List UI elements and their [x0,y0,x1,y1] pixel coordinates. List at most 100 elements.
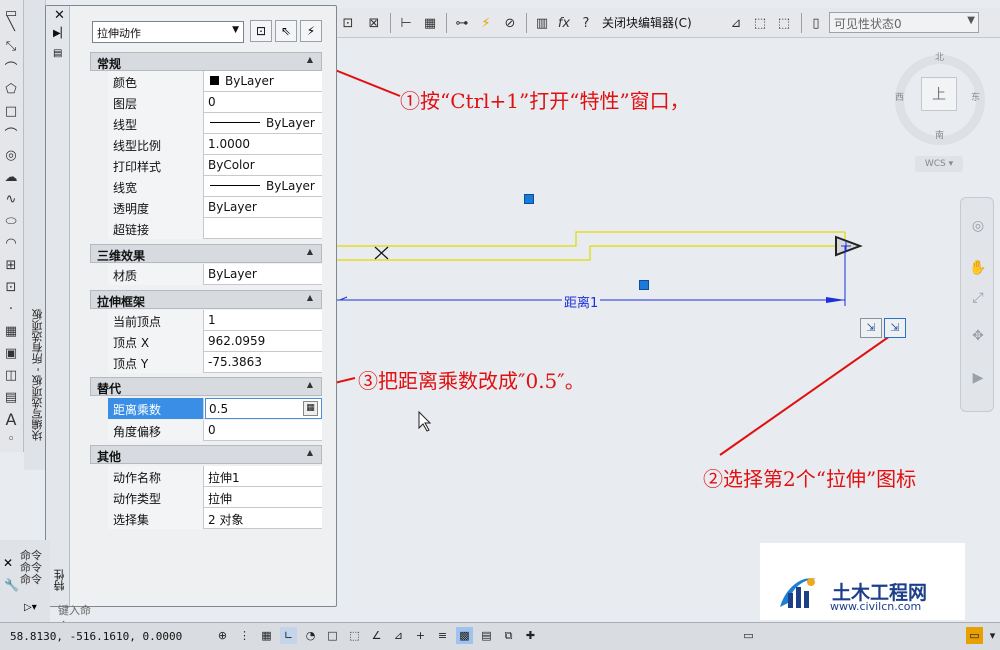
rectangle-draw-icon[interactable]: □ [2,102,20,120]
circle-tool-icon[interactable]: ◎ [2,146,20,164]
stretch-action-icon-2[interactable]: ⇲ [884,318,906,338]
make-invisible-icon[interactable]: ⬚ [774,13,794,33]
section-override[interactable]: 替代 ▲ [90,377,322,396]
wcs-menu[interactable]: WCS ▾ [915,156,963,172]
arc-tool-icon[interactable]: ⌒ [2,124,20,143]
visibility-states-icon[interactable]: ▯ [806,13,826,33]
close-icon[interactable]: ✕ [3,556,13,570]
grip-point-2[interactable] [639,280,649,290]
snap-mode-icon[interactable]: ⋮ [236,627,253,644]
point-tool-icon[interactable]: · [2,300,20,318]
prop-row-color[interactable]: 颜色 ByLayer [108,71,322,92]
add-selected-icon[interactable]: ◦ [2,430,20,448]
compass-east[interactable]: 东 [971,90,980,103]
edit-block-icon[interactable]: ⊡ [338,13,358,33]
prop-row-material[interactable]: 材质 ByLayer [108,264,322,285]
prop-row-action-name[interactable]: 动作名称 拉伸1 [108,466,322,487]
compass-west[interactable]: 西 [895,90,904,103]
prop-row-distance-multiplier[interactable]: 距离乘数 0.5 ▦ [108,398,322,419]
line-tool-icon[interactable]: ╲ [2,15,20,33]
toggle-pickadd-icon[interactable]: ⊡ [250,20,272,42]
authoring-palettes-icon[interactable]: ⊶ [452,13,472,33]
dynamic-ucs-icon[interactable]: ⊿ [390,627,407,644]
pan-hand-icon[interactable]: ✋ [969,260,987,278]
compass-south[interactable]: 南 [935,128,944,141]
viewcube-top-face[interactable]: 上 [921,77,957,111]
transparency-toggle-icon[interactable]: ▩ [456,627,473,644]
auto-hide-icon[interactable]: ▶▏ [53,28,68,39]
workspace-icon[interactable]: ▭ [966,627,983,644]
coordinate-readout[interactable]: 58.8130, -516.1610, 0.0000 [10,630,182,643]
ellipse-arc-icon[interactable]: ◠ [2,234,20,252]
make-visible-icon[interactable]: ⬚ [750,13,770,33]
collapse-icon[interactable]: ▲ [307,55,313,64]
lineweight-toggle-icon[interactable]: ≡ [434,627,451,644]
gradient-tool-icon[interactable]: ▣ [2,344,20,362]
command-input[interactable]: 键入命令 [58,602,98,633]
distance-parameter-label[interactable]: 距离1 [562,292,601,311]
region-tool-icon[interactable]: ◫ [2,366,20,384]
hatch-tool-icon[interactable]: ▦ [2,322,20,340]
help-icon[interactable]: ? [576,13,596,33]
properties-menu-icon[interactable]: ▤ [53,48,62,59]
test-block-icon[interactable]: ⊢ [396,13,416,33]
prop-row-plot-style[interactable]: 打印样式 ByColor [108,155,322,176]
function-icon[interactable]: fx [554,13,574,33]
showmotion-icon[interactable]: ▶ [969,370,987,388]
polar-tracking-icon[interactable]: ◔ [302,627,319,644]
block-authoring-palette-title[interactable]: 块编写选项板 - 所有选项板 [31,295,45,455]
text-tool-icon[interactable]: A [2,410,20,429]
ellipse-tool-icon[interactable]: ⬭ [2,212,20,230]
stretch-action-icon-1[interactable]: ⇲ [860,318,882,338]
compass-north[interactable]: 北 [935,50,944,63]
quick-properties-icon[interactable]: ▤ [478,627,495,644]
object-snap-icon[interactable]: □ [324,627,341,644]
prop-row-transparency[interactable]: 透明度 ByLayer [108,197,322,218]
wrench-icon[interactable]: 🔧 [4,578,19,592]
spline-tool-icon[interactable]: ∿ [2,190,20,208]
section-general[interactable]: 常规 ▲ [90,52,322,71]
close-icon[interactable]: ✕ [54,8,65,23]
make-block-icon[interactable]: ⊡ [2,278,20,296]
select-objects-icon[interactable]: ⇖ [275,20,297,42]
prop-row-linetype[interactable]: 线型 ByLayer [108,113,322,134]
construction-line-icon[interactable]: ⤡ [2,37,20,55]
collapse-icon[interactable]: ▲ [307,247,313,256]
selection-cycling-icon[interactable]: ⧉ [500,627,517,644]
calculator-icon[interactable]: ▦ [303,401,318,416]
ortho-mode-icon[interactable]: ∟ [280,627,297,644]
grid-display-icon[interactable]: ▦ [258,627,275,644]
parameters-manager-icon[interactable]: ▦ [420,13,440,33]
table-tool-icon[interactable]: ▤ [2,388,20,406]
prop-row-layer[interactable]: 图层 0 [108,92,322,113]
object-snap-tracking-icon[interactable]: ∠ [368,627,385,644]
prop-row-selection-set[interactable]: 选择集 2 对象 [108,508,322,529]
block-table-icon[interactable]: ▥ [532,13,552,33]
model-layout-icon[interactable]: ▭ [740,627,757,644]
3d-object-snap-icon[interactable]: ⬚ [346,627,363,644]
prop-row-linetype-scale[interactable]: 线型比例 1.0000 [108,134,322,155]
quick-select-icon[interactable]: ⚡ [300,20,322,42]
visibility-state-select[interactable]: 可见性状态0 ▼ [829,12,979,33]
prop-row-current-vertex[interactable]: 当前顶点 1 [108,310,322,331]
insert-block-icon[interactable]: ⊞ [2,256,20,274]
prop-row-vertex-y[interactable]: 顶点 Y -75.3863 [108,352,322,373]
grip-point-1[interactable] [524,194,534,204]
zoom-extents-icon[interactable]: ⤢ [969,290,987,308]
polygon-tool-icon[interactable]: ⬠ [2,80,20,98]
collapse-icon[interactable]: ▲ [307,448,313,457]
collapse-icon[interactable]: ▲ [307,380,313,389]
status-menu-icon[interactable]: ▾ [984,627,1000,644]
section-stretch-frame[interactable]: 拉伸框架 ▲ [90,290,322,309]
section-3d-effects[interactable]: 三维效果 ▲ [90,244,322,263]
object-type-select[interactable]: 拉伸动作 ▼ [92,21,244,43]
prop-row-lineweight[interactable]: 线宽 ByLayer [108,176,322,197]
orbit-icon[interactable]: ✥ [969,328,987,346]
attribute-icon[interactable]: ⊘ [500,13,520,33]
distance-multiplier-input[interactable]: 0.5 ▦ [205,398,322,419]
prop-row-hyperlink[interactable]: 超链接 [108,218,322,239]
lightning-icon[interactable]: ⚡ [476,13,496,33]
save-block-icon[interactable]: ⊠ [364,13,384,33]
dynamic-input-icon[interactable]: + [412,627,429,644]
prop-row-vertex-x[interactable]: 顶点 X 962.0959 [108,331,322,352]
